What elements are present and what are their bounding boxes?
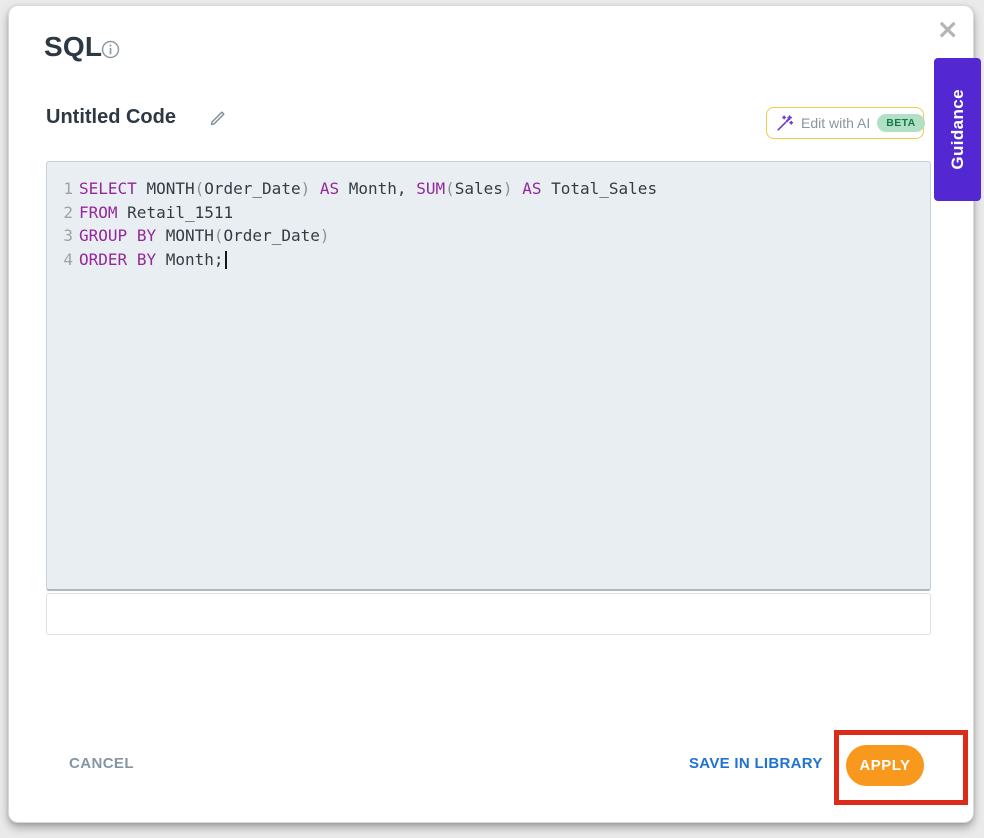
modal-title: SQL <box>44 31 102 63</box>
code-line: 1SELECT MONTH(Order_Date) AS Month, SUM(… <box>47 177 930 201</box>
beta-badge: BETA <box>877 114 924 132</box>
line-number: 2 <box>60 201 73 225</box>
guidance-tab[interactable]: Guidance <box>934 58 981 201</box>
guidance-tab-label: Guidance <box>948 89 968 170</box>
close-icon[interactable]: × <box>936 16 959 43</box>
apply-button[interactable]: APPLY <box>846 745 924 786</box>
line-number: 3 <box>60 224 73 248</box>
cancel-button[interactable]: CANCEL <box>69 755 134 772</box>
line-number: 1 <box>60 177 73 201</box>
code-line: 3GROUP BY MONTH(Order_Date) <box>47 224 930 248</box>
text-cursor <box>225 251 227 269</box>
edit-with-ai-button[interactable]: Edit with AI BETA <box>766 107 924 139</box>
editor-footer-box <box>46 593 931 635</box>
code-line: 2FROM Retail_1511 <box>47 201 930 225</box>
code-line: 4ORDER BY Month; <box>47 248 930 272</box>
edit-pencil-icon[interactable] <box>208 109 227 133</box>
sql-code-editor[interactable]: 1SELECT MONTH(Order_Date) AS Month, SUM(… <box>46 161 931 591</box>
code-title: Untitled Code <box>46 106 176 129</box>
line-number: 4 <box>60 248 73 272</box>
magic-wand-icon <box>775 114 794 133</box>
sql-editor-modal: × SQL Untitled Code Edit with AI BETA Gu <box>8 5 974 823</box>
save-in-library-button[interactable]: SAVE IN LIBRARY <box>689 755 823 772</box>
code-lines: 1SELECT MONTH(Order_Date) AS Month, SUM(… <box>47 177 930 272</box>
info-icon[interactable] <box>101 40 120 64</box>
edit-with-ai-label: Edit with AI <box>801 115 870 131</box>
